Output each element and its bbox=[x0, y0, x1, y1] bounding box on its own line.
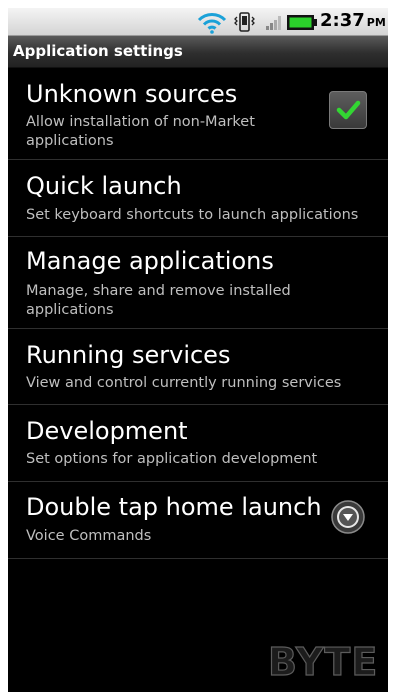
setting-summary: Set keyboard shortcuts to launch applica… bbox=[26, 207, 359, 223]
page-title: Application settings bbox=[13, 42, 183, 60]
setting-title: Development bbox=[26, 417, 188, 445]
svg-text:™: ™ bbox=[371, 646, 376, 652]
wifi-icon bbox=[197, 13, 227, 34]
signal-icon bbox=[266, 16, 281, 30]
byte-watermark-logo: BYTE ™ bbox=[267, 642, 378, 682]
setting-development[interactable]: Development Set options for application … bbox=[8, 405, 388, 482]
unknown-sources-checkbox[interactable] bbox=[329, 91, 367, 129]
clock-ampm: PM bbox=[366, 16, 386, 29]
setting-summary: View and control currently running servi… bbox=[26, 375, 342, 391]
setting-summary: Allow installation of non-Market applica… bbox=[26, 114, 255, 149]
vibrate-icon bbox=[234, 12, 255, 32]
clock-time: 2:37 bbox=[320, 10, 365, 31]
setting-summary: Set options for application development bbox=[26, 451, 318, 467]
setting-title: Unknown sources bbox=[26, 80, 238, 108]
checkmark-icon bbox=[336, 100, 361, 120]
phone-screen: 2:37 PM Application settings Unknown sour… bbox=[8, 8, 388, 692]
svg-text:BYTE: BYTE bbox=[268, 642, 378, 682]
setting-manage-applications[interactable]: Manage applications Manage, share and re… bbox=[8, 237, 388, 329]
setting-title: Manage applications bbox=[26, 247, 274, 275]
setting-running-services[interactable]: Running services View and control curren… bbox=[8, 329, 388, 405]
dropdown-arrow-icon[interactable] bbox=[331, 500, 365, 534]
setting-title: Quick launch bbox=[26, 172, 182, 200]
setting-title: Double tap home launch bbox=[26, 493, 322, 521]
setting-title: Running services bbox=[26, 341, 231, 369]
status-bar: 2:37 PM bbox=[8, 8, 388, 36]
setting-quick-launch[interactable]: Quick launch Set keyboard shortcuts to l… bbox=[8, 160, 388, 237]
clock: 2:37 PM bbox=[320, 10, 386, 31]
setting-summary: Voice Commands bbox=[26, 528, 152, 544]
setting-summary: Manage, share and remove installed appli… bbox=[26, 283, 291, 318]
title-bar: Application settings bbox=[8, 36, 388, 68]
battery-icon bbox=[287, 15, 317, 30]
